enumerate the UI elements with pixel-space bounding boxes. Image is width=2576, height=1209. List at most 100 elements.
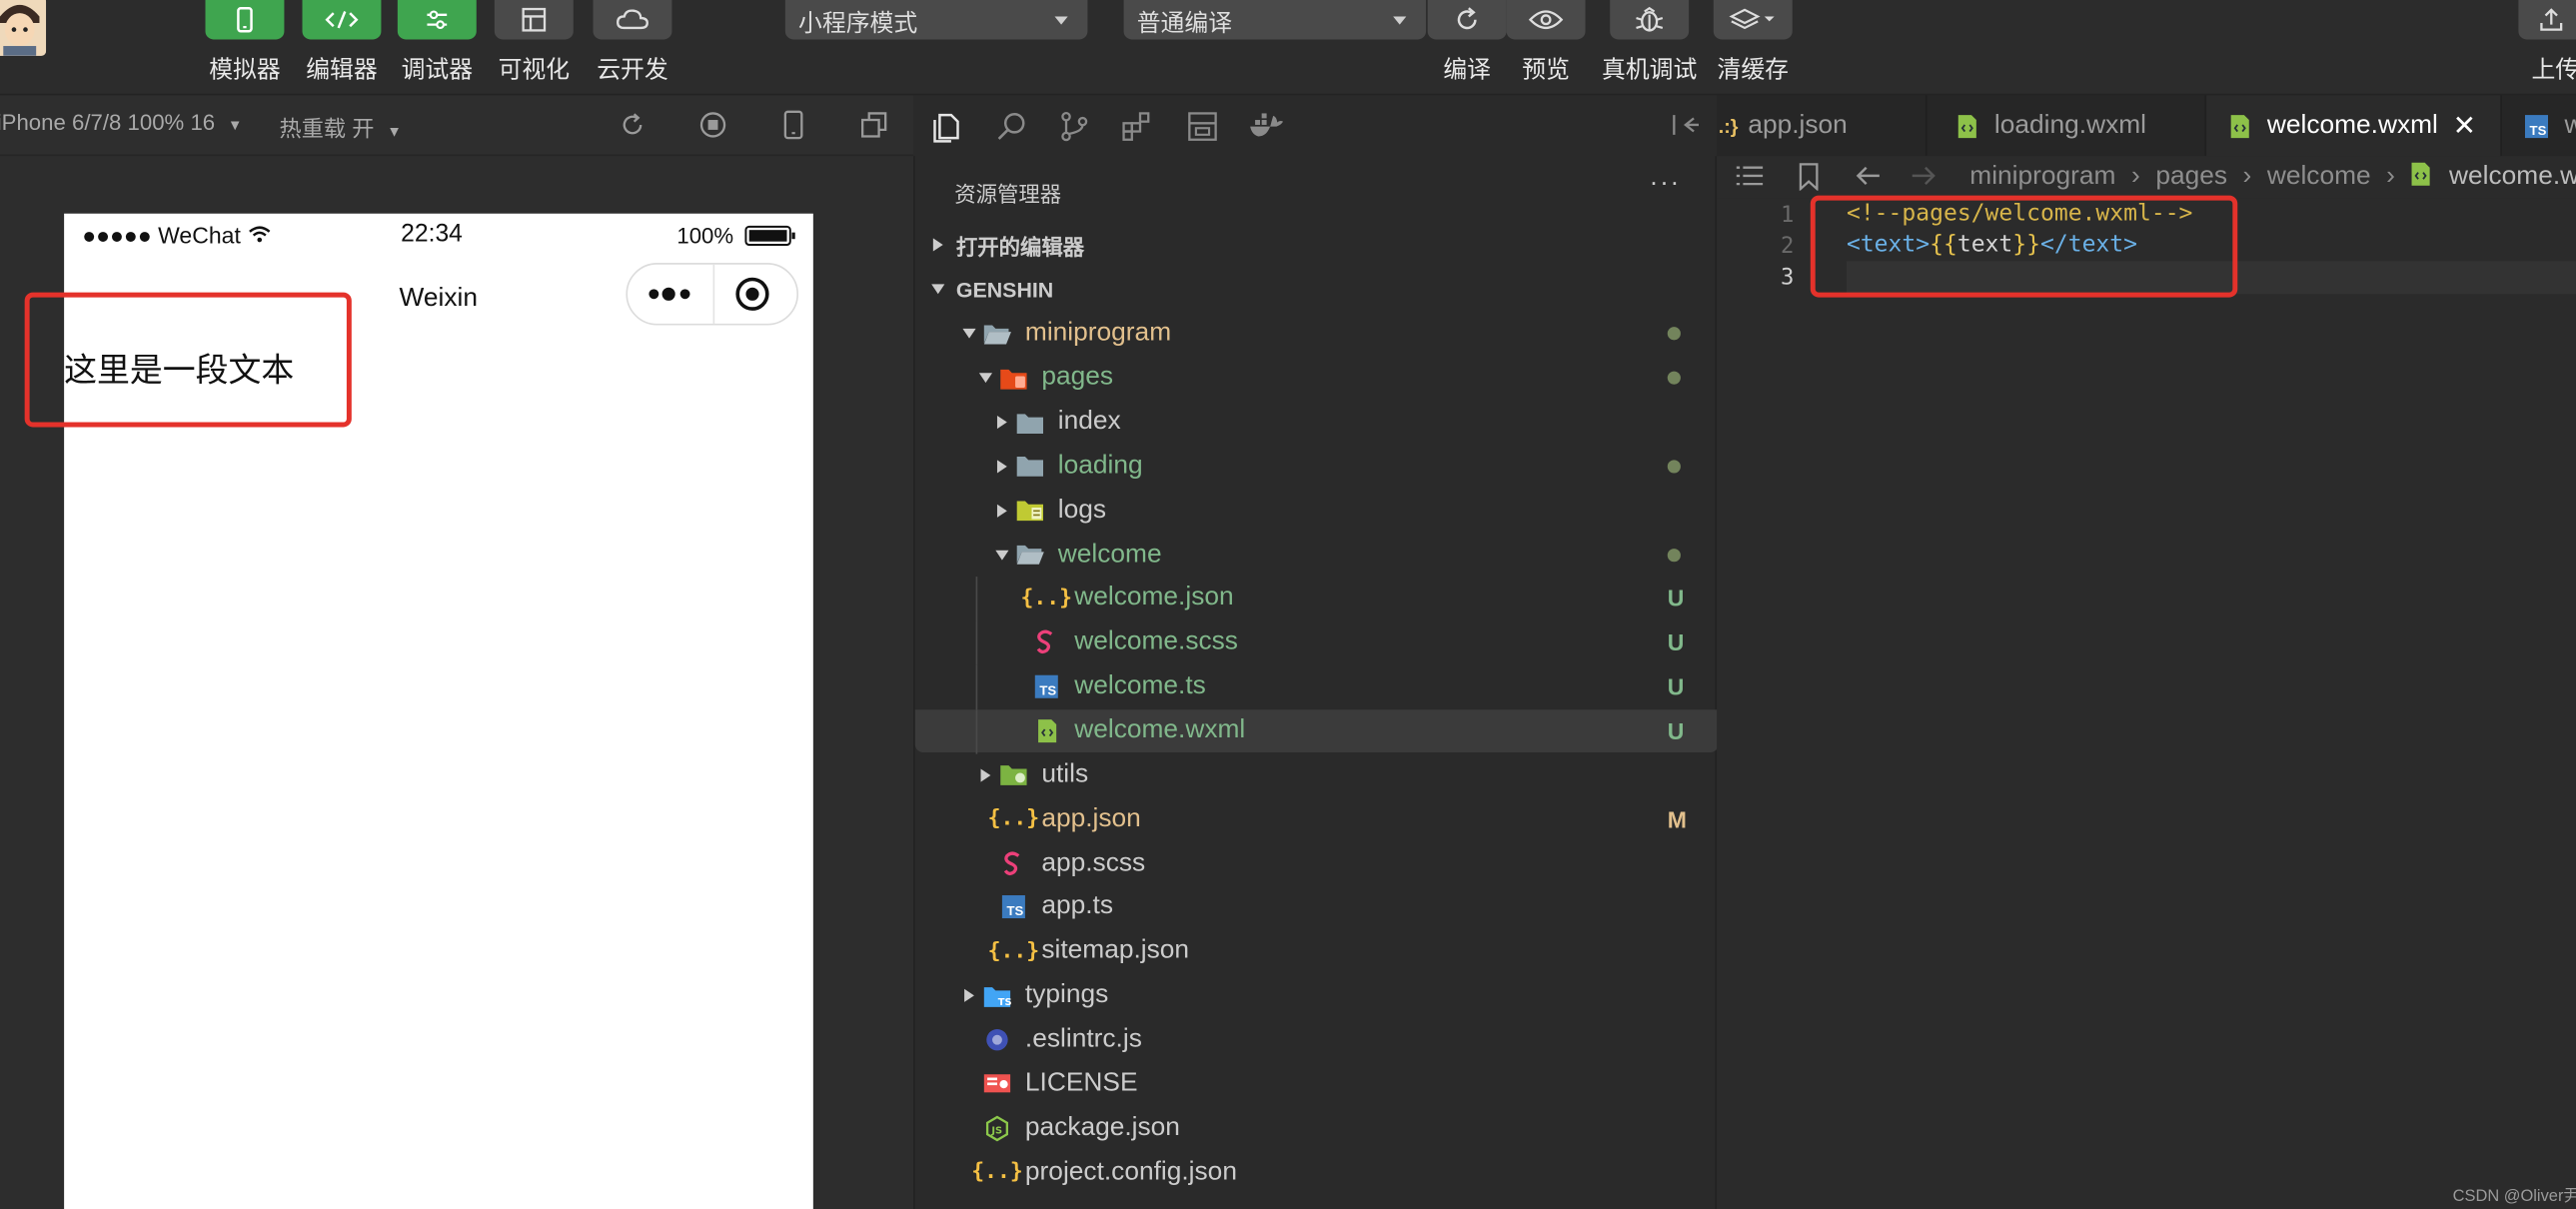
open-editors-section[interactable]: 打开的编辑器 [915,224,1719,268]
debugger-label: 调试器 [401,57,474,84]
preview-button[interactable] [1506,0,1586,40]
indent-guide [975,577,978,621]
file-row-package-json[interactable]: JS package.json [915,1106,1719,1150]
more-actions-icon[interactable]: ··· [1650,169,1681,199]
tab-ts-file[interactable]: TS w [2502,95,2576,156]
collapse-panel-icon[interactable] [1669,112,1702,138]
ts-icon: TS [1031,673,1061,699]
file-name: logs [1057,496,1107,525]
file-row-welcome-json[interactable]: {..} welcome.json U [915,577,1719,621]
device-phone-icon[interactable] [777,109,810,142]
visual-button[interactable] [494,0,574,40]
real-device-debug-button[interactable] [1610,0,1690,40]
preview-label: 预览 [1522,57,1570,84]
json-icon: .:} [1718,114,1739,138]
extensions-icon[interactable] [1120,110,1153,143]
visual-label: 可视化 [498,57,571,84]
breadcrumb-item[interactable]: miniprogram [1969,163,2115,191]
docker-icon[interactable] [1249,112,1285,142]
more-dots-icon[interactable] [644,276,699,312]
phone-icon [237,6,253,33]
cloud-dev-button[interactable] [593,0,672,40]
hot-reload-toggle[interactable]: 热重载 开 ▼ [279,110,401,143]
code-editor[interactable]: 1 2 3 <!--pages/welcome.wxml--> <text>{{… [1717,198,2576,1209]
status-carrier: ●●●●● WeChat [82,222,272,248]
git-status-badge: U [1667,586,1685,612]
folder-row-logs[interactable]: logs [915,489,1719,533]
simulator-button[interactable] [205,0,285,40]
stop-icon[interactable] [696,109,729,142]
file-row-app-json[interactable]: {..} app.json M [915,797,1719,841]
bookmark-icon[interactable] [1798,163,1821,191]
folder-row-typings[interactable]: TS typings [915,974,1719,1018]
clear-cache-button[interactable] [1713,0,1793,40]
highlight-box-preview [24,292,352,428]
svg-text:JS: JS [990,1125,1002,1136]
compile-button[interactable] [1427,0,1507,40]
detach-window-icon[interactable] [857,109,890,142]
chevron-right-icon: › [2242,162,2252,191]
chevron-right-icon [996,460,1007,474]
file-name: LICENSE [1024,1069,1138,1097]
layout-icon [522,7,547,32]
line-number: 1 [1780,202,1795,229]
chevron-down-icon [931,285,945,295]
device-select[interactable]: iPhone 6/7/8 100% 16 ▼ [0,110,243,135]
ts-icon: TS [999,894,1029,920]
breadcrumb-item[interactable]: welcome [2267,163,2371,191]
debugger-button[interactable] [397,0,477,40]
file-name: utils [1041,760,1089,788]
ts-icon: TS [2524,114,2548,138]
watermark: CSDN @Oliver尹 [2452,1187,2576,1206]
file-row-welcome-ts[interactable]: TS welcome.ts U [915,664,1719,709]
file-row-app-ts[interactable]: TS app.ts [915,885,1719,929]
folder-row-loading[interactable]: loading [915,445,1719,489]
indent-guide [975,664,978,709]
tab-label: welcome.wxml [2266,110,2438,139]
file-row-license[interactable]: LICENSE [915,1062,1719,1106]
file-row-project-config-json[interactable]: {..} project.config.json [915,1150,1719,1194]
mode-select[interactable]: 小程序模式 [784,0,1088,40]
file-row-eslintrc-js[interactable]: .eslintrc.js [915,1018,1719,1062]
source-control-icon[interactable] [1058,110,1091,143]
folder-row-welcome[interactable]: welcome [915,533,1719,577]
folder-row-utils[interactable]: utils [915,753,1719,797]
user-avatar[interactable] [0,0,47,56]
file-row-app-scss[interactable]: app.scss [915,841,1719,885]
file-row-sitemap-json[interactable]: {..} sitemap.json [915,929,1719,973]
file-row-welcome-wxml[interactable]: welcome.wxml U [914,708,1719,754]
files-icon[interactable] [930,110,963,143]
wxml-icon [2230,114,2249,138]
line-number: 2 [1780,233,1795,260]
arrow-right-icon[interactable] [1911,164,1936,187]
compile-select[interactable]: 普通编译 [1123,0,1427,40]
editor-button[interactable] [302,0,382,40]
eye-icon [1528,10,1564,30]
git-status-badge: U [1667,673,1685,700]
folder-row-pages[interactable]: pages [915,357,1719,401]
search-icon[interactable] [995,110,1028,143]
breadcrumb-item[interactable]: pages [2155,163,2227,191]
refresh-sim-icon[interactable] [617,109,649,142]
folder-row-index[interactable]: index [915,401,1719,445]
list-icon[interactable] [1735,164,1765,187]
breadcrumb-item[interactable]: welcome.w [2449,163,2576,191]
file-name: loading [1057,452,1143,480]
arrow-left-icon[interactable] [1855,164,1881,187]
file-row-welcome-scss[interactable]: welcome.scss U [915,620,1719,665]
file-name: welcome.json [1074,584,1234,612]
eslint-icon [982,1027,1012,1053]
file-name: app.scss [1041,848,1146,877]
tab-welcome-wxml[interactable]: welcome.wxml ✕ [2206,95,2502,157]
upload-button[interactable] [2518,0,2576,40]
tab-loading-wxml[interactable]: loading.wxml [1928,95,2207,157]
folder-row-miniprogram[interactable]: miniprogram [915,312,1719,356]
tab-app-json[interactable]: .:} app.json [1717,95,1928,157]
close-icon[interactable]: ✕ [2453,109,2476,142]
explorer-title: 资源管理器 [954,182,1062,208]
file-name: welcome.scss [1074,627,1238,656]
file-name: welcome.wxml [1074,715,1246,744]
layout-panel-icon[interactable] [1186,110,1219,143]
close-target-icon[interactable] [732,275,771,314]
project-section[interactable]: GENSHIN [915,268,1719,312]
